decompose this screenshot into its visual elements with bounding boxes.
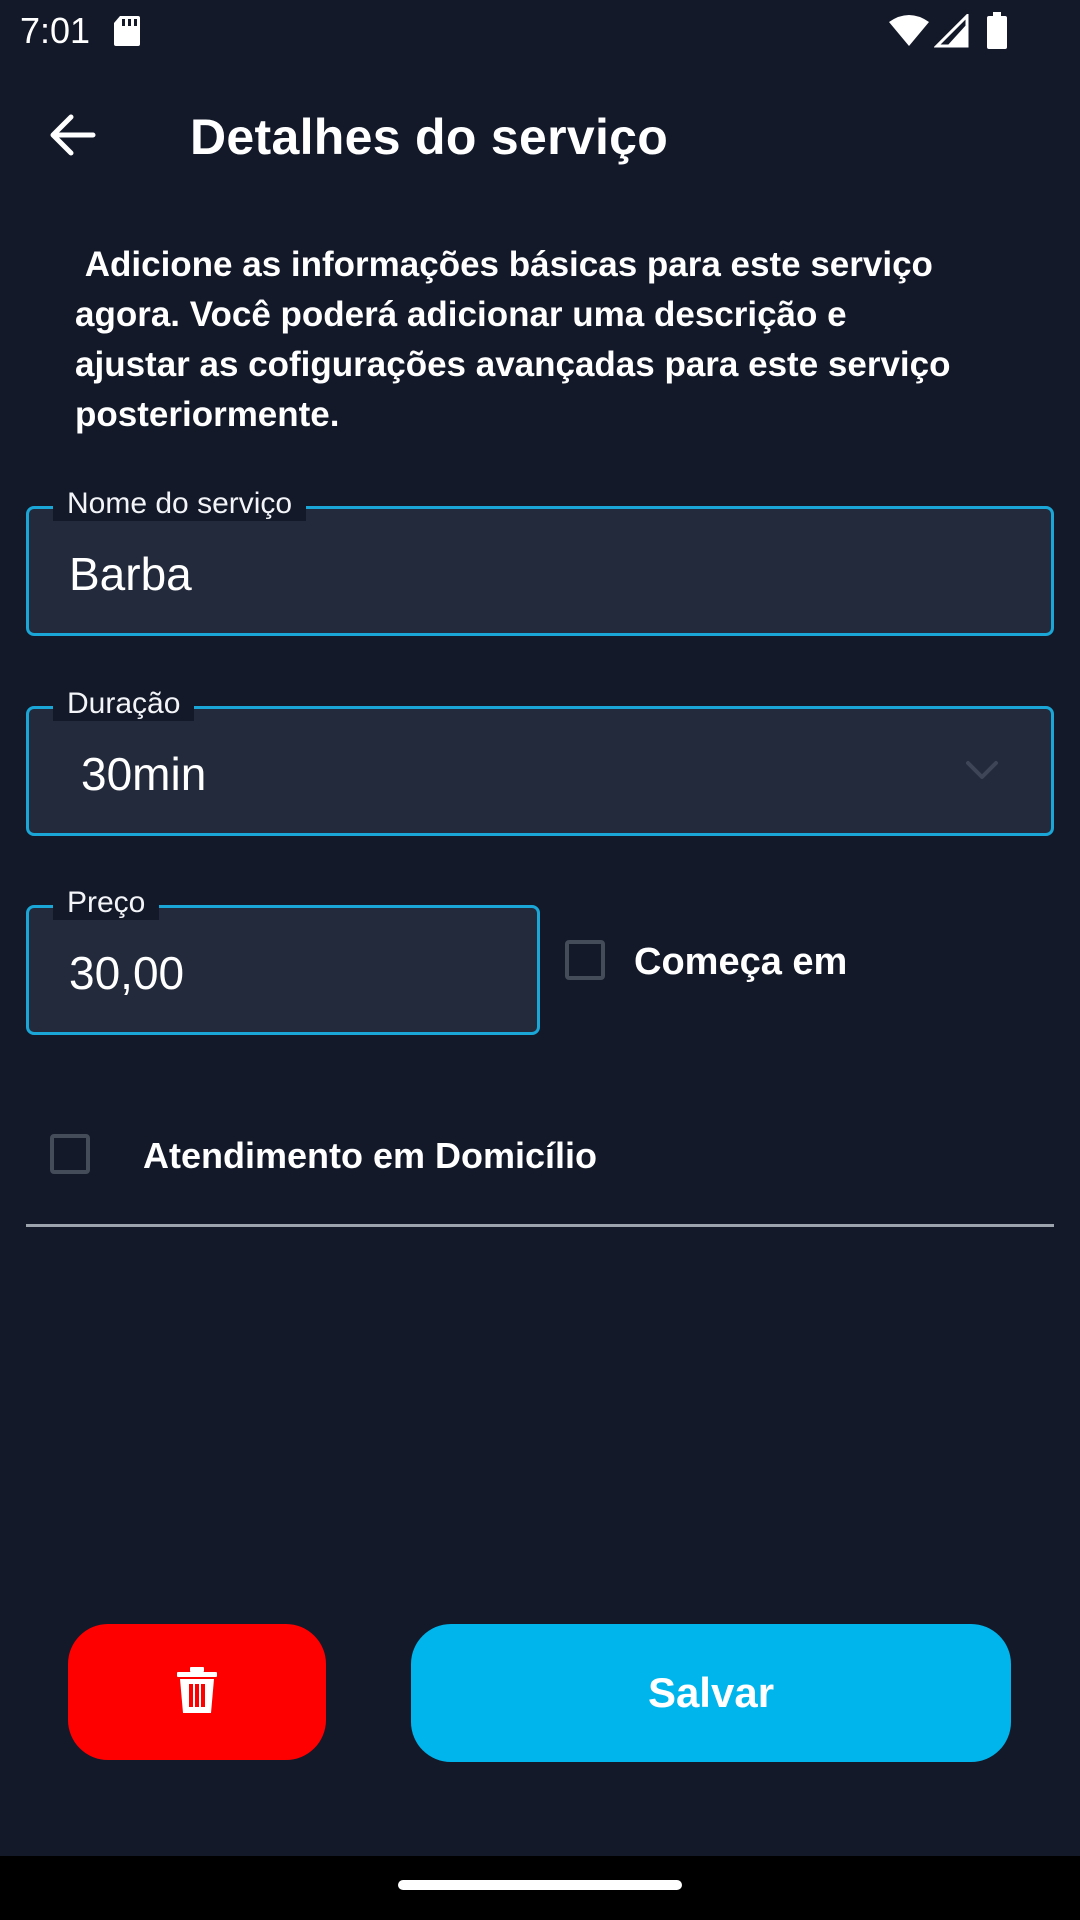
trash-icon bbox=[177, 1666, 217, 1718]
service-name-label: Nome do serviço bbox=[53, 487, 307, 521]
service-name-field[interactable]: Nome do serviço Barba bbox=[26, 487, 1054, 636]
chevron-down-icon bbox=[965, 759, 999, 786]
duration-label: Duração bbox=[53, 687, 195, 721]
battery-icon bbox=[986, 12, 1008, 55]
signal-icon bbox=[933, 12, 970, 53]
save-button[interactable]: Salvar bbox=[411, 1624, 1011, 1762]
wifi-icon bbox=[888, 14, 930, 53]
home-service-checkbox[interactable] bbox=[50, 1134, 90, 1174]
price-field[interactable]: Preço 30,00 bbox=[26, 886, 540, 1035]
intro-text: Adicione as informações básicas para est… bbox=[75, 245, 951, 434]
duration-select[interactable]: Duração 30min bbox=[26, 687, 1054, 836]
starts-at-checkbox[interactable] bbox=[565, 940, 605, 980]
page-title: Detalhes do serviço bbox=[190, 109, 669, 165]
starts-at-label: Começa em bbox=[634, 941, 848, 983]
service-name-input[interactable]: Barba bbox=[69, 547, 192, 601]
status-time: 7:01 bbox=[20, 10, 91, 51]
delete-button[interactable] bbox=[68, 1624, 326, 1760]
home-service-label: Atendimento em Domicílio bbox=[143, 1135, 598, 1176]
sd-card-icon bbox=[112, 14, 142, 53]
price-label: Preço bbox=[53, 886, 160, 920]
status-bar: 7:01 bbox=[0, 0, 1080, 64]
back-button[interactable] bbox=[36, 100, 110, 174]
price-input[interactable]: 30,00 bbox=[69, 946, 184, 1000]
home-indicator[interactable] bbox=[398, 1880, 682, 1890]
arrow-left-icon bbox=[49, 113, 97, 162]
divider bbox=[26, 1224, 1054, 1227]
duration-value: 30min bbox=[81, 748, 207, 800]
